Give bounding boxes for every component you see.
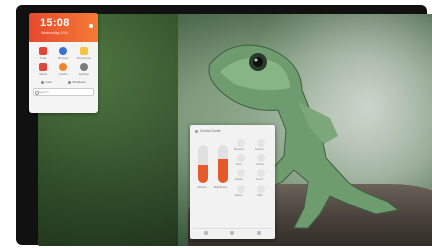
app-documents[interactable]: Documents (74, 47, 94, 60)
brightness-slider[interactable] (218, 145, 228, 183)
wifi-label: Wi-Fi (236, 163, 242, 166)
battery-label: Battery (235, 194, 243, 197)
night-toggle[interactable] (257, 185, 265, 193)
clock-header: 15:08 Wednesday 2024 (29, 13, 98, 42)
shutdown-label: Shutdown (72, 80, 86, 84)
brightness-slider-fill (218, 159, 228, 183)
app-label: Settings (78, 72, 89, 76)
panel-title-text: Control Center (200, 129, 221, 133)
folder-icon (79, 47, 88, 55)
volume-slider[interactable] (198, 145, 208, 183)
bluetooth-label: Bluetooth (234, 148, 245, 151)
app-label: Documents (76, 56, 91, 60)
sound-toggle[interactable] (257, 169, 265, 177)
app-label: Tools (39, 56, 47, 60)
notification-dot[interactable] (89, 24, 93, 28)
firefox-icon (59, 63, 68, 71)
settings-icon (195, 129, 198, 133)
media-icon (39, 63, 48, 71)
panel-title: Control Center (195, 129, 221, 133)
search-input[interactable]: Search (33, 88, 94, 96)
power-buttons: Lock Shutdown (29, 78, 98, 86)
hotspot-label: Hotspot (256, 163, 265, 166)
bluetooth-toggle[interactable] (237, 139, 245, 147)
sound-label: Sound (256, 178, 263, 181)
app-label: Browser (58, 56, 69, 60)
app-browser[interactable]: Browser (53, 47, 73, 60)
display-label: Display (235, 178, 243, 181)
control-panel: Control Center Volume Brightness Bluetoo… (190, 125, 275, 239)
app-firefox[interactable]: Firefox (53, 63, 73, 76)
app-label: Media (39, 72, 47, 76)
app-media[interactable]: Media (33, 63, 53, 76)
volume-label: Volume (197, 185, 207, 189)
panel-bottom-bar (193, 228, 272, 236)
tools-icon (39, 47, 48, 55)
settings-icon[interactable] (230, 230, 235, 235)
shutdown-button[interactable]: Shutdown (68, 80, 86, 84)
brightness-label: Brightness (214, 185, 228, 189)
gear-icon (79, 63, 88, 71)
hotspot-toggle[interactable] (257, 154, 265, 162)
clock-time: 15:08 (40, 17, 70, 29)
night-label: Night (257, 194, 263, 197)
power-icon[interactable] (204, 230, 209, 235)
app-label: Firefox (59, 72, 68, 76)
app-settings[interactable]: Settings (74, 63, 94, 76)
battery-toggle[interactable] (237, 185, 245, 193)
app-grid: Tools Browser Documents Media Firefox Se… (29, 42, 98, 78)
display-toggle[interactable] (237, 169, 245, 177)
power-icon (68, 80, 72, 84)
clock-date: Wednesday 2024 (41, 31, 69, 35)
wifi-toggle[interactable] (237, 154, 245, 162)
network-label: Network (255, 148, 264, 151)
start-widget: 15:08 Wednesday 2024 Tools Browser Docum… (29, 13, 98, 113)
volume-slider-fill (198, 164, 208, 183)
lock-icon (41, 80, 45, 84)
lock-button[interactable]: Lock (41, 80, 52, 84)
user-icon[interactable] (256, 230, 261, 235)
lock-label: Lock (45, 80, 52, 84)
network-toggle[interactable] (257, 139, 265, 147)
app-tools[interactable]: Tools (33, 47, 53, 60)
globe-icon (59, 47, 68, 55)
